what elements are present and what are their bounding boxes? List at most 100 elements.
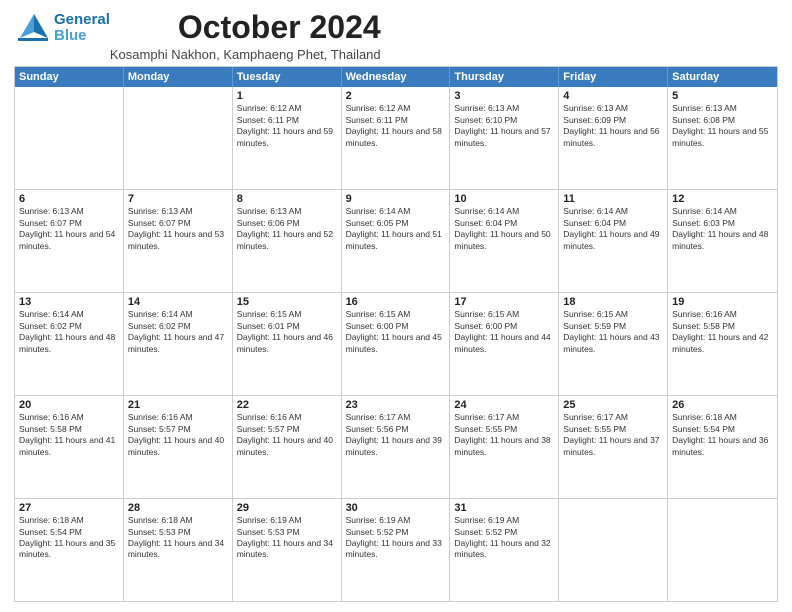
header-sunday: Sunday (15, 67, 124, 87)
cell-2-2: 15Sunrise: 6:15 AMSunset: 6:01 PMDayligh… (233, 293, 342, 395)
cell-3-4: 24Sunrise: 6:17 AMSunset: 5:55 PMDayligh… (450, 396, 559, 498)
sunrise-text: Sunrise: 6:15 AM (563, 309, 663, 320)
sunset-text: Sunset: 5:53 PM (128, 527, 228, 538)
cell-1-1: 7Sunrise: 6:13 AMSunset: 6:07 PMDaylight… (124, 190, 233, 292)
sunset-text: Sunset: 5:52 PM (454, 527, 554, 538)
cell-0-0 (15, 87, 124, 189)
calendar-header: Sunday Monday Tuesday Wednesday Thursday… (15, 67, 777, 87)
daylight-text: Daylight: 11 hours and 52 minutes. (237, 229, 337, 252)
daylight-text: Daylight: 11 hours and 55 minutes. (672, 126, 773, 149)
day-number: 9 (346, 193, 446, 205)
header-monday: Monday (124, 67, 233, 87)
cell-1-3: 9Sunrise: 6:14 AMSunset: 6:05 PMDaylight… (342, 190, 451, 292)
cell-3-2: 22Sunrise: 6:16 AMSunset: 5:57 PMDayligh… (233, 396, 342, 498)
day-number: 22 (237, 399, 337, 411)
sunrise-text: Sunrise: 6:13 AM (128, 206, 228, 217)
sunset-text: Sunset: 6:00 PM (454, 321, 554, 332)
sunset-text: Sunset: 6:09 PM (563, 115, 663, 126)
day-number: 8 (237, 193, 337, 205)
sunrise-text: Sunrise: 6:15 AM (346, 309, 446, 320)
day-number: 19 (672, 296, 773, 308)
daylight-text: Daylight: 11 hours and 44 minutes. (454, 332, 554, 355)
cell-2-4: 17Sunrise: 6:15 AMSunset: 6:00 PMDayligh… (450, 293, 559, 395)
sunrise-text: Sunrise: 6:17 AM (563, 412, 663, 423)
logo-icon (14, 10, 50, 46)
daylight-text: Daylight: 11 hours and 40 minutes. (237, 435, 337, 458)
day-number: 15 (237, 296, 337, 308)
week-row-2: 13Sunrise: 6:14 AMSunset: 6:02 PMDayligh… (15, 293, 777, 396)
daylight-text: Daylight: 11 hours and 48 minutes. (19, 332, 119, 355)
sunset-text: Sunset: 6:11 PM (346, 115, 446, 126)
cell-4-6 (668, 499, 777, 601)
header-thursday: Thursday (450, 67, 559, 87)
daylight-text: Daylight: 11 hours and 45 minutes. (346, 332, 446, 355)
day-number: 13 (19, 296, 119, 308)
day-number: 21 (128, 399, 228, 411)
sunset-text: Sunset: 5:59 PM (563, 321, 663, 332)
sunset-text: Sunset: 6:03 PM (672, 218, 773, 229)
header: General Blue October 2024 Kosamphi Nakho… (14, 10, 778, 62)
sunrise-text: Sunrise: 6:15 AM (237, 309, 337, 320)
day-number: 29 (237, 502, 337, 514)
daylight-text: Daylight: 11 hours and 59 minutes. (237, 126, 337, 149)
sunrise-text: Sunrise: 6:12 AM (237, 103, 337, 114)
sunrise-text: Sunrise: 6:14 AM (454, 206, 554, 217)
day-number: 18 (563, 296, 663, 308)
daylight-text: Daylight: 11 hours and 32 minutes. (454, 538, 554, 561)
daylight-text: Daylight: 11 hours and 57 minutes. (454, 126, 554, 149)
sunset-text: Sunset: 6:11 PM (237, 115, 337, 126)
cell-0-1 (124, 87, 233, 189)
sunset-text: Sunset: 6:05 PM (346, 218, 446, 229)
day-number: 17 (454, 296, 554, 308)
sunset-text: Sunset: 5:54 PM (672, 424, 773, 435)
day-number: 30 (346, 502, 446, 514)
sunrise-text: Sunrise: 6:19 AM (237, 515, 337, 526)
daylight-text: Daylight: 11 hours and 51 minutes. (346, 229, 446, 252)
day-number: 25 (563, 399, 663, 411)
day-number: 24 (454, 399, 554, 411)
sunrise-text: Sunrise: 6:16 AM (128, 412, 228, 423)
sunset-text: Sunset: 5:56 PM (346, 424, 446, 435)
sunrise-text: Sunrise: 6:14 AM (19, 309, 119, 320)
day-number: 26 (672, 399, 773, 411)
logo-text-block: General Blue (54, 12, 110, 45)
day-number: 1 (237, 90, 337, 102)
cell-1-0: 6Sunrise: 6:13 AMSunset: 6:07 PMDaylight… (15, 190, 124, 292)
cell-4-5 (559, 499, 668, 601)
cell-0-2: 1Sunrise: 6:12 AMSunset: 6:11 PMDaylight… (233, 87, 342, 189)
day-number: 31 (454, 502, 554, 514)
cell-0-5: 4Sunrise: 6:13 AMSunset: 6:09 PMDaylight… (559, 87, 668, 189)
day-number: 2 (346, 90, 446, 102)
day-number: 6 (19, 193, 119, 205)
daylight-text: Daylight: 11 hours and 34 minutes. (128, 538, 228, 561)
cell-2-6: 19Sunrise: 6:16 AMSunset: 5:58 PMDayligh… (668, 293, 777, 395)
day-number: 5 (672, 90, 773, 102)
daylight-text: Daylight: 11 hours and 36 minutes. (672, 435, 773, 458)
cell-1-5: 11Sunrise: 6:14 AMSunset: 6:04 PMDayligh… (559, 190, 668, 292)
cell-2-5: 18Sunrise: 6:15 AMSunset: 5:59 PMDayligh… (559, 293, 668, 395)
day-number: 7 (128, 193, 228, 205)
header-saturday: Saturday (668, 67, 777, 87)
sunset-text: Sunset: 5:57 PM (128, 424, 228, 435)
sunrise-text: Sunrise: 6:13 AM (563, 103, 663, 114)
sunrise-text: Sunrise: 6:16 AM (19, 412, 119, 423)
daylight-text: Daylight: 11 hours and 41 minutes. (19, 435, 119, 458)
day-number: 28 (128, 502, 228, 514)
cell-3-6: 26Sunrise: 6:18 AMSunset: 5:54 PMDayligh… (668, 396, 777, 498)
sunrise-text: Sunrise: 6:17 AM (346, 412, 446, 423)
cell-4-0: 27Sunrise: 6:18 AMSunset: 5:54 PMDayligh… (15, 499, 124, 601)
sunrise-text: Sunrise: 6:16 AM (237, 412, 337, 423)
sunset-text: Sunset: 6:10 PM (454, 115, 554, 126)
day-number: 12 (672, 193, 773, 205)
daylight-text: Daylight: 11 hours and 42 minutes. (672, 332, 773, 355)
cell-0-4: 3Sunrise: 6:13 AMSunset: 6:10 PMDaylight… (450, 87, 559, 189)
calendar: Sunday Monday Tuesday Wednesday Thursday… (14, 66, 778, 602)
daylight-text: Daylight: 11 hours and 43 minutes. (563, 332, 663, 355)
sunrise-text: Sunrise: 6:14 AM (128, 309, 228, 320)
daylight-text: Daylight: 11 hours and 40 minutes. (128, 435, 228, 458)
sunset-text: Sunset: 6:07 PM (19, 218, 119, 229)
sunrise-text: Sunrise: 6:13 AM (672, 103, 773, 114)
sunrise-text: Sunrise: 6:18 AM (672, 412, 773, 423)
day-number: 11 (563, 193, 663, 205)
title-block: October 2024 Kosamphi Nakhon, Kamphaeng … (110, 10, 381, 62)
